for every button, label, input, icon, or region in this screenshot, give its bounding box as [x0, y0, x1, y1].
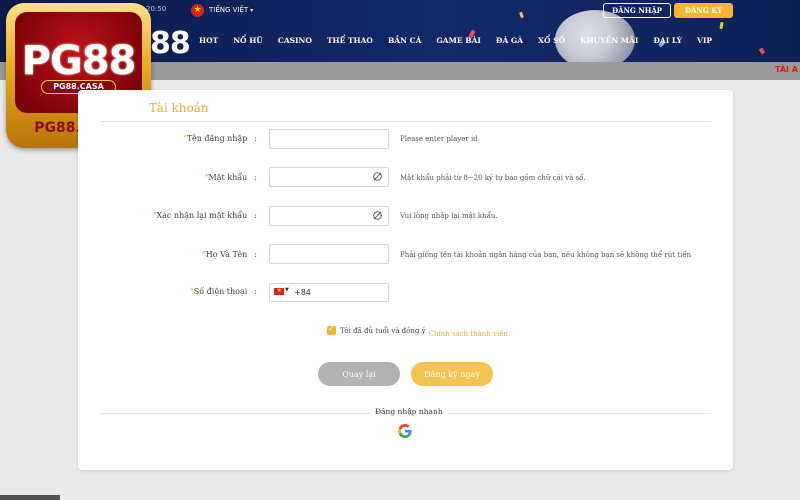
- nav-dai-ly[interactable]: ĐẠI LÝ: [653, 36, 682, 45]
- membership-policy-link[interactable]: Chính sách thành viên: [429, 330, 508, 338]
- agree-text: Tôi đã đủ tuổi và đồng ý: [340, 326, 426, 335]
- fullname-label: *Họ Và Tên:: [202, 250, 257, 259]
- username-label: *Tên đăng nhập:: [183, 134, 257, 143]
- badge-brand-text: PG88: [21, 38, 137, 84]
- fullname-input[interactable]: [269, 244, 389, 264]
- confirm-password-hint: Vui lòng nhập lại mật khẩu.: [400, 212, 498, 220]
- form-title: Tài khoản: [149, 101, 209, 115]
- marquee-text: TÀI A: [775, 65, 798, 74]
- chevron-down-icon: ▾: [250, 7, 254, 14]
- back-button[interactable]: Quay lại: [318, 362, 400, 386]
- chevron-down-icon[interactable]: ▼: [285, 287, 289, 293]
- language-selector[interactable]: TIẾNG VIỆT ▾: [209, 6, 253, 14]
- phone-label: *Số điện thoại:: [190, 287, 257, 296]
- agreement-row: Tôi đã đủ tuổi và đồng ý Chính sách thàn…: [327, 324, 508, 338]
- agree-checkbox[interactable]: [327, 324, 336, 335]
- taskbar-fragment: [0, 495, 60, 500]
- username-hint: Please enter player id: [400, 135, 478, 143]
- nav-da-ga[interactable]: ĐÁ GÀ: [496, 36, 523, 45]
- google-icon[interactable]: [398, 424, 412, 438]
- username-input[interactable]: [269, 129, 389, 149]
- nav-xo-so[interactable]: XỔ SỐ: [538, 36, 565, 45]
- title-divider: [100, 121, 711, 122]
- password-hint: Mật khẩu phải từ 8~20 ký tự bao gồm chữ …: [400, 174, 586, 182]
- nav-vip[interactable]: VIP: [697, 36, 712, 45]
- phone-country-code: +84: [294, 288, 311, 297]
- site-logo[interactable]: 88: [150, 26, 191, 61]
- nav-game-bai[interactable]: GAME BÀI: [436, 36, 481, 45]
- register-now-button[interactable]: Đăng ký ngay: [411, 362, 493, 386]
- header-register-button[interactable]: ĐĂNG KÝ: [674, 3, 733, 18]
- nav-ban-ca[interactable]: BẮN CÁ: [388, 36, 421, 45]
- main-nav: HOT NỔ HŨ CASINO THỂ THAO BẮN CÁ GAME BÀ…: [199, 36, 727, 45]
- header-login-button[interactable]: ĐĂNG NHẬP: [603, 3, 671, 18]
- nav-khuyen-mai[interactable]: KHUYẾN MÃI: [580, 36, 638, 45]
- eye-slash-icon[interactable]: [372, 171, 383, 182]
- quick-login-label: Đăng nhập nhanh: [370, 407, 448, 416]
- password-label: *Mật khẩu:: [205, 173, 257, 182]
- vietnam-flag-icon[interactable]: [191, 4, 204, 17]
- vietnam-flag-icon[interactable]: [274, 286, 284, 296]
- nav-the-thao[interactable]: THỂ THAO: [327, 36, 373, 45]
- confirm-password-input[interactable]: [269, 206, 389, 226]
- confirm-password-label: *Xác nhận lại mật khẩu:: [152, 211, 257, 220]
- eye-slash-icon[interactable]: [372, 210, 383, 221]
- nav-casino[interactable]: CASINO: [278, 36, 312, 45]
- nav-no-hu[interactable]: NỔ HŨ: [233, 36, 263, 45]
- fullname-hint: Phải giống tên tài khoản ngân hàng của b…: [400, 251, 692, 259]
- password-input[interactable]: [269, 167, 389, 187]
- nav-hot[interactable]: HOT: [199, 36, 218, 45]
- phone-input[interactable]: ▼ +84: [269, 283, 389, 302]
